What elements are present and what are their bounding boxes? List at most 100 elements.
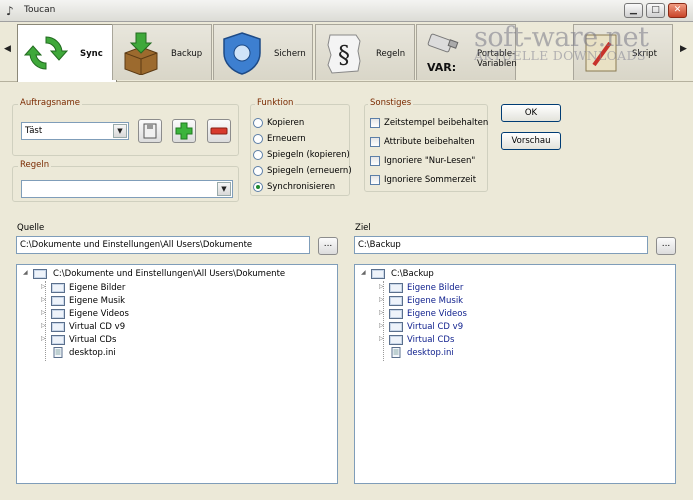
add-job-button[interactable] bbox=[172, 119, 196, 143]
quelle-tree[interactable]: ◢ C:\Dokumente und Einstellungen\All Use… bbox=[16, 264, 338, 484]
maximize-button[interactable]: □ bbox=[646, 3, 665, 18]
tab-label: Sichern bbox=[274, 49, 306, 59]
expand-triangle-icon[interactable]: ▷ bbox=[379, 335, 384, 342]
tree-node-label: Virtual CDs bbox=[407, 335, 455, 345]
tab-skript[interactable]: Skript bbox=[573, 24, 673, 80]
radio-label: Spiegeln (erneuern) bbox=[267, 166, 352, 176]
tab-backup[interactable]: Backup bbox=[112, 24, 212, 80]
tab-portable-variablen[interactable]: VAR: Portable-Variablen bbox=[416, 24, 517, 80]
collapse-triangle-icon[interactable]: ◢ bbox=[361, 269, 366, 276]
folder-icon bbox=[33, 269, 47, 279]
checkbox-box[interactable] bbox=[370, 137, 380, 147]
window-title: Toucan bbox=[24, 5, 56, 15]
folder-icon bbox=[51, 322, 65, 332]
save-job-button[interactable] bbox=[138, 119, 162, 143]
sonstiges-title: Sonstiges bbox=[368, 98, 414, 108]
tab-label: Backup bbox=[171, 49, 203, 59]
main-toolbar: ◀ Sync Backup Sichern § Regeln VAR: Port… bbox=[0, 22, 693, 82]
regeln-title: Regeln bbox=[18, 160, 52, 170]
checkbox-label: Zeitstempel beibehalten bbox=[384, 118, 489, 128]
checkbox-box[interactable] bbox=[370, 156, 380, 166]
checkbox-label: Ignoriere Sommerzeit bbox=[384, 175, 477, 185]
close-button[interactable]: ✕ bbox=[668, 3, 687, 18]
auftragsname-combo[interactable]: Täst ▼ bbox=[21, 122, 129, 140]
tab-label: Regeln bbox=[376, 49, 406, 59]
tree-node-label: Eigene Bilder bbox=[407, 283, 464, 293]
radio-label: Kopieren bbox=[267, 118, 305, 128]
expand-triangle-icon[interactable]: ▷ bbox=[41, 283, 46, 290]
ziel-browse-button[interactable]: ... bbox=[656, 237, 676, 255]
radio-label: Erneuern bbox=[267, 134, 306, 144]
preview-button[interactable]: Vorschau bbox=[501, 132, 561, 150]
minimize-button[interactable]: ▁ bbox=[624, 3, 643, 18]
auftragsname-title: Auftragsname bbox=[18, 98, 83, 108]
chevron-down-icon[interactable]: ▼ bbox=[217, 182, 231, 196]
folder-icon bbox=[51, 296, 65, 306]
radio-circle[interactable] bbox=[253, 150, 263, 160]
shield-icon bbox=[223, 32, 261, 75]
tree-node-label: Virtual CD v9 bbox=[407, 322, 464, 332]
checkbox-label: Ignoriere "Nur-Lesen" bbox=[384, 156, 476, 166]
tab-sichern[interactable]: Sichern bbox=[213, 24, 313, 80]
checkbox-box[interactable] bbox=[370, 118, 380, 128]
tab-label: Portable-Variablen bbox=[477, 49, 517, 69]
expand-triangle-icon[interactable]: ▷ bbox=[41, 322, 46, 329]
tree-guide-line bbox=[45, 281, 46, 361]
ziel-path-input[interactable] bbox=[355, 237, 647, 253]
expand-triangle-icon[interactable]: ▷ bbox=[379, 309, 384, 316]
tree-node-label: desktop.ini bbox=[407, 348, 454, 358]
tab-sync[interactable]: Sync bbox=[17, 24, 117, 82]
radio-circle[interactable] bbox=[253, 166, 263, 176]
quelle-browse-button[interactable]: ... bbox=[318, 237, 338, 255]
radio-circle[interactable] bbox=[253, 134, 263, 144]
chevron-down-icon[interactable]: ▼ bbox=[113, 124, 127, 138]
file-icon bbox=[53, 347, 63, 358]
radio-circle[interactable] bbox=[253, 118, 263, 128]
folder-icon bbox=[51, 335, 65, 345]
folder-icon bbox=[389, 335, 403, 345]
file-icon bbox=[391, 347, 401, 358]
tree-node-label: Eigene Bilder bbox=[69, 283, 126, 293]
svg-text:§: § bbox=[338, 41, 350, 69]
tree-node-label: Eigene Musik bbox=[69, 296, 126, 306]
checkbox-label: Attribute beibehalten bbox=[384, 137, 475, 147]
toolbar-scroll-right-icon[interactable]: ▶ bbox=[680, 44, 688, 54]
toolbar-scroll-left-icon[interactable]: ◀ bbox=[4, 44, 12, 54]
expand-triangle-icon[interactable]: ▷ bbox=[41, 335, 46, 342]
tab-label: Sync bbox=[80, 49, 103, 59]
expand-triangle-icon[interactable]: ▷ bbox=[41, 296, 46, 303]
radio-circle-selected[interactable] bbox=[253, 182, 263, 192]
sync-arrows-icon bbox=[24, 36, 68, 70]
plus-icon bbox=[175, 122, 193, 140]
folder-icon bbox=[389, 309, 403, 319]
tab-regeln[interactable]: § Regeln bbox=[315, 24, 415, 80]
tree-node-label: Virtual CD v9 bbox=[69, 322, 126, 332]
quelle-path-input[interactable] bbox=[17, 237, 309, 253]
expand-triangle-icon[interactable]: ▷ bbox=[379, 296, 384, 303]
remove-job-button[interactable] bbox=[207, 119, 231, 143]
expand-triangle-icon[interactable]: ▷ bbox=[41, 309, 46, 316]
ziel-label: Ziel bbox=[355, 223, 371, 233]
expand-triangle-icon[interactable]: ▷ bbox=[379, 283, 384, 290]
svg-text:VAR:: VAR: bbox=[427, 61, 456, 74]
expand-triangle-icon[interactable]: ▷ bbox=[379, 322, 384, 329]
ok-button[interactable]: OK bbox=[501, 104, 561, 122]
checkbox-box[interactable] bbox=[370, 175, 380, 185]
folder-icon bbox=[389, 322, 403, 332]
toucan-app-icon: ♪ bbox=[6, 4, 14, 18]
quelle-path-field[interactable] bbox=[16, 236, 310, 254]
tab-label: Skript bbox=[632, 49, 657, 59]
tree-node-label: C:\Dokumente und Einstellungen\All Users… bbox=[53, 269, 286, 279]
collapse-triangle-icon[interactable]: ◢ bbox=[23, 269, 28, 276]
folder-icon bbox=[371, 269, 385, 279]
script-icon bbox=[585, 34, 617, 72]
folder-icon bbox=[389, 296, 403, 306]
minus-icon bbox=[210, 127, 228, 135]
ziel-path-field[interactable] bbox=[354, 236, 648, 254]
tree-node-label: desktop.ini bbox=[69, 348, 116, 358]
ziel-tree[interactable]: ◢ C:\Backup ▷ Eigene Bilder ▷ Eigene Mus… bbox=[354, 264, 676, 484]
tree-guide-line bbox=[383, 281, 384, 361]
regeln-combo[interactable]: ▼ bbox=[21, 180, 233, 198]
tree-node-label: Eigene Videos bbox=[69, 309, 129, 319]
floppy-disk-icon bbox=[143, 123, 157, 139]
